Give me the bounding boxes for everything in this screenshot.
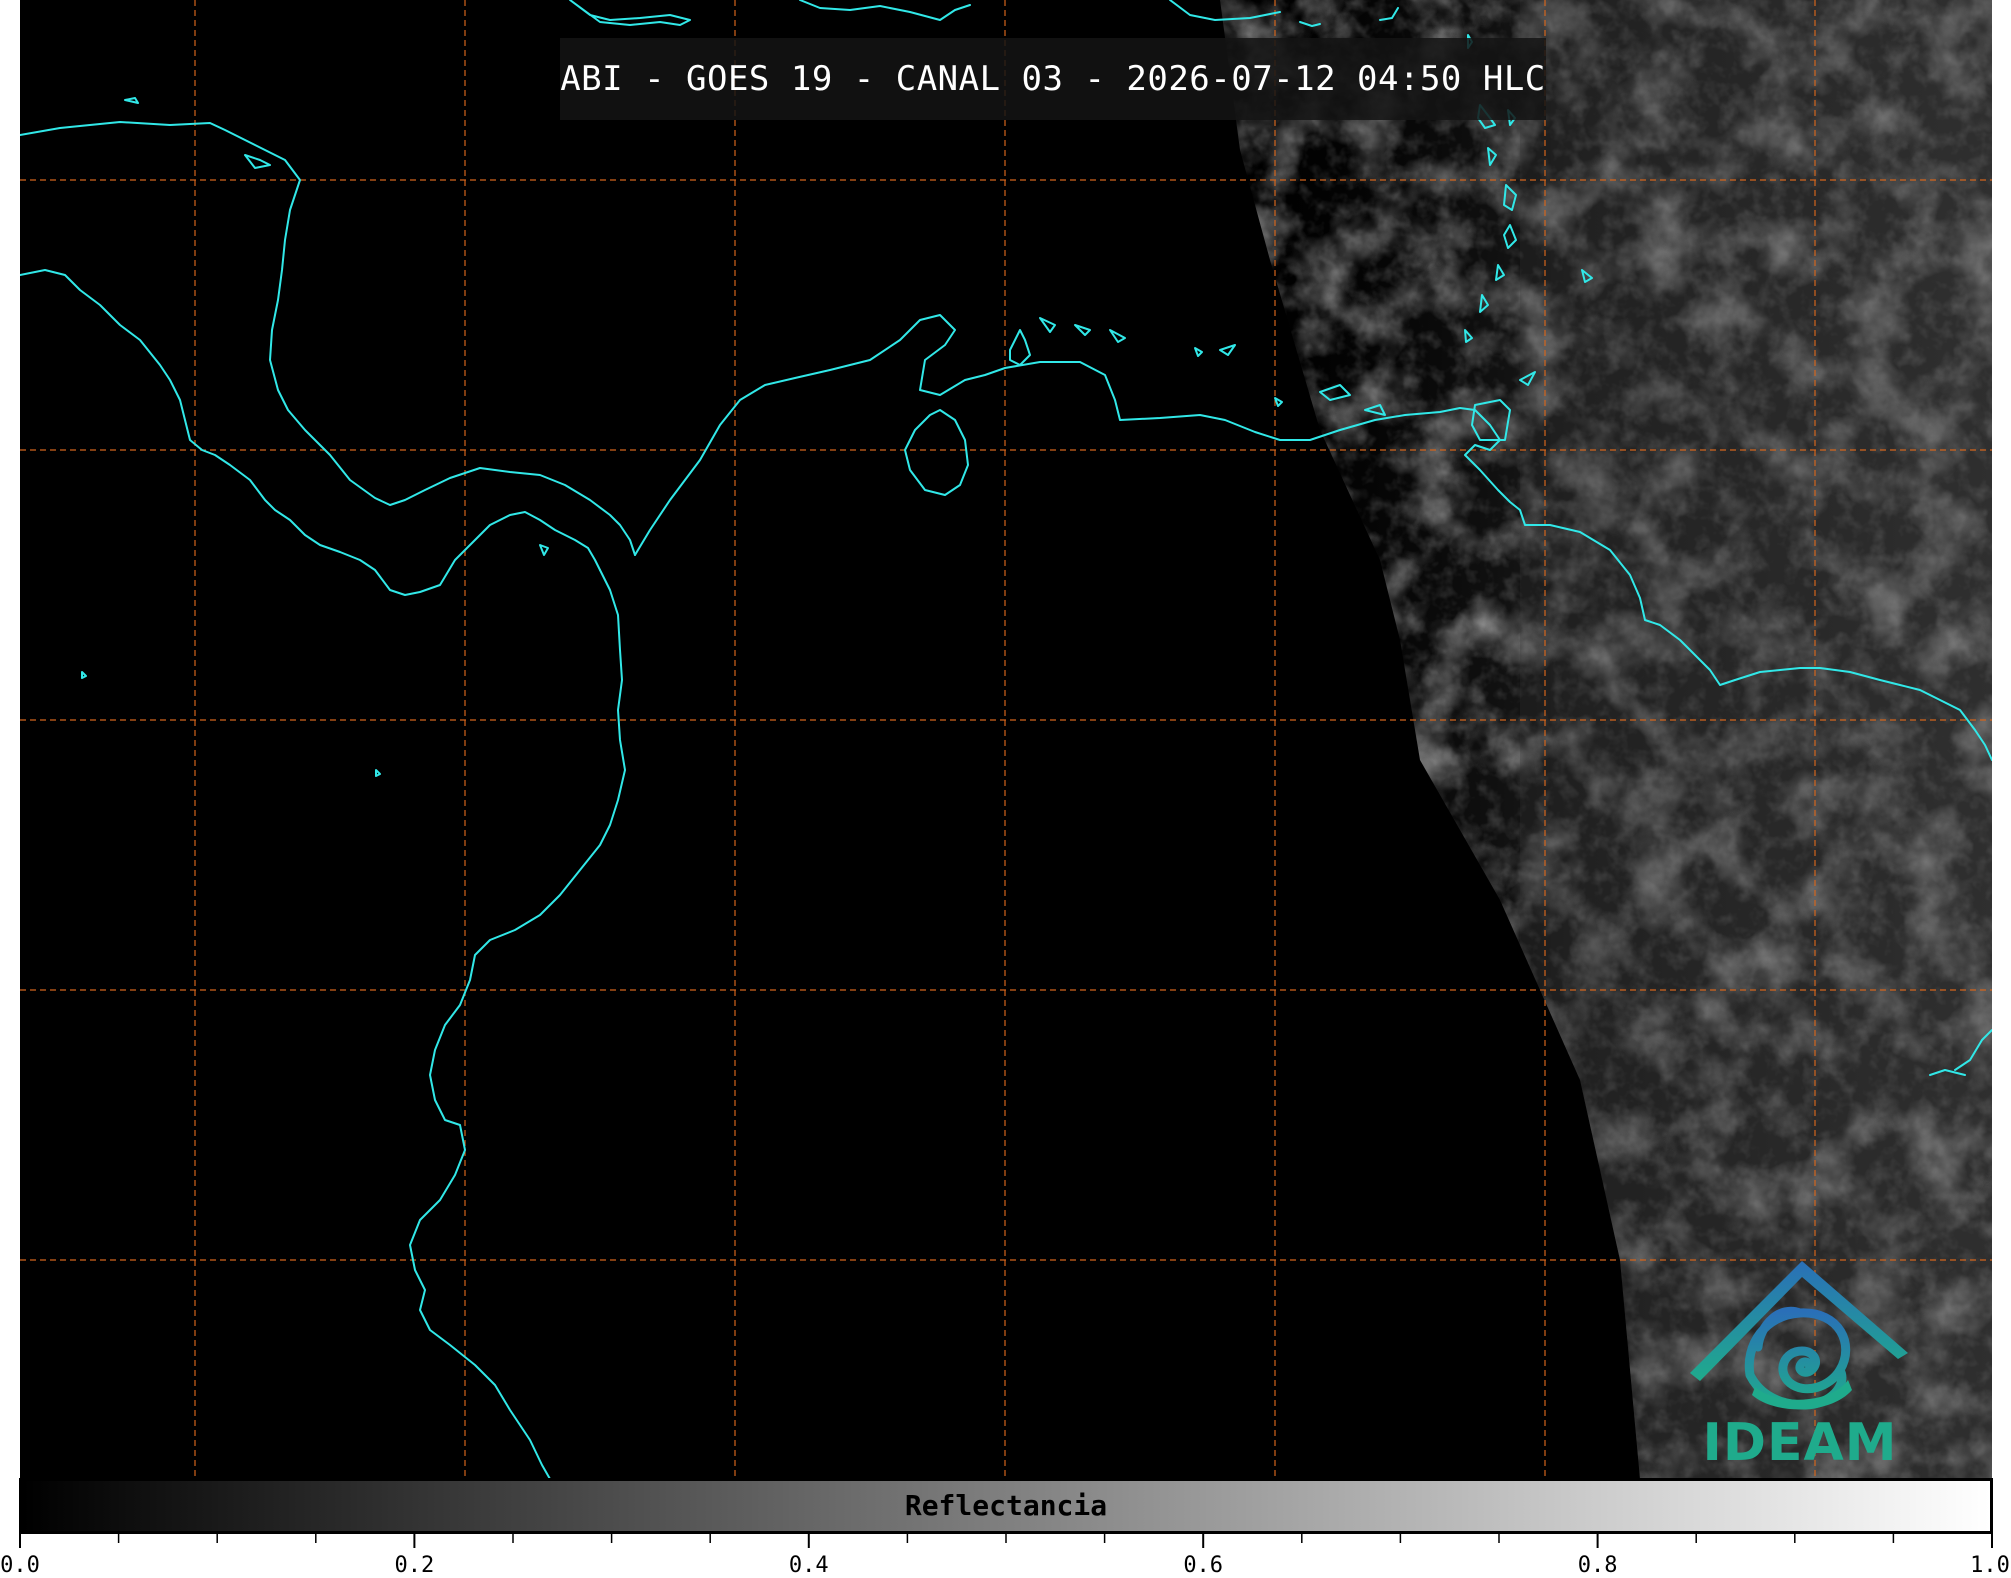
- colorbar-tick-label: 0.6: [1183, 1553, 1224, 1578]
- image-title: ABI - GOES 19 - CANAL 03 - 2026-07-12 04…: [560, 59, 1546, 99]
- colorbar-tick-label: 0.2: [394, 1553, 435, 1578]
- ideam-emblem-icon: [1690, 1261, 1908, 1410]
- colorbar-label: Reflectancia: [904, 1489, 1108, 1522]
- colorbar-tick-label: 1.0: [1970, 1553, 2010, 1578]
- title-box: ABI - GOES 19 - CANAL 03 - 2026-07-12 04…: [560, 38, 1546, 120]
- colorbar: Reflectancia: [19, 1478, 1993, 1534]
- satellite-image-panel: ABI - GOES 19 - CANAL 03 - 2026-07-12 04…: [20, 0, 1992, 1479]
- ideam-logo-text: IDEAM: [1702, 1413, 1898, 1473]
- colorbar-tick-label: 0.0: [0, 1553, 40, 1578]
- colorbar-tick-label: 0.8: [1577, 1553, 1618, 1578]
- ideam-logo: IDEAM: [1680, 1255, 1920, 1475]
- colorbar-tick-marks: [19, 1534, 1993, 1548]
- colorbar-tick-label: 0.4: [788, 1553, 829, 1578]
